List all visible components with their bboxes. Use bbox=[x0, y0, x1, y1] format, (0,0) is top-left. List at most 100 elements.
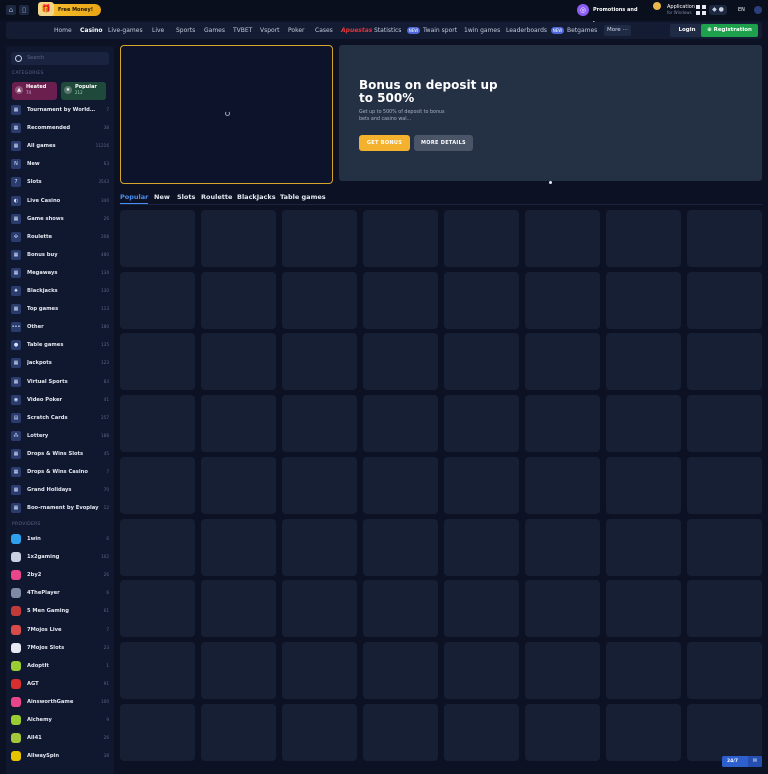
tab-slots[interactable]: Slots bbox=[177, 190, 195, 204]
game-card[interactable] bbox=[444, 395, 519, 453]
sidebar-category-item[interactable]: ▦ Drops & Wins Casino 7 bbox=[11, 465, 109, 479]
game-card[interactable] bbox=[201, 641, 276, 699]
game-card[interactable] bbox=[687, 518, 762, 576]
game-card[interactable] bbox=[444, 271, 519, 329]
game-card[interactable] bbox=[363, 395, 438, 453]
nav-live-games[interactable]: Live-games bbox=[108, 22, 143, 39]
nav-leaderboards[interactable]: Leaderboards bbox=[506, 22, 547, 39]
game-card[interactable] bbox=[444, 456, 519, 514]
game-card[interactable] bbox=[120, 395, 195, 453]
nav-live[interactable]: Live bbox=[152, 22, 164, 39]
nav-games[interactable]: Games bbox=[204, 22, 225, 39]
game-card[interactable] bbox=[525, 580, 600, 638]
game-card[interactable] bbox=[120, 456, 195, 514]
sidebar-provider-item[interactable]: AllwaySpin 38 bbox=[11, 749, 109, 763]
more-button[interactable]: More ⋯ bbox=[604, 25, 631, 36]
free-money-button[interactable]: 🎁 Free Money! bbox=[38, 2, 101, 16]
game-card[interactable] bbox=[201, 456, 276, 514]
game-card[interactable] bbox=[525, 456, 600, 514]
sidebar-provider-item[interactable]: 5 Men Gaming 61 bbox=[11, 604, 109, 618]
game-card[interactable] bbox=[282, 271, 357, 329]
game-card[interactable] bbox=[363, 333, 438, 391]
nav-tvbet[interactable]: TVBET bbox=[233, 22, 252, 39]
tab-blackjacks[interactable]: BlackJacks bbox=[237, 190, 276, 204]
tab-table-games[interactable]: Table games bbox=[280, 190, 326, 204]
tab-popular[interactable]: Popular bbox=[120, 190, 149, 204]
sidebar-category-item[interactable]: ▦ Boo-rnament by Evoplay 12 bbox=[11, 501, 109, 515]
sidebar-provider-item[interactable]: 4ThePlayer 6 bbox=[11, 586, 109, 600]
registration-button[interactable]: ⊕ Registration bbox=[701, 24, 758, 37]
game-card[interactable] bbox=[606, 271, 681, 329]
sidebar-provider-item[interactable]: AdoptIt 1 bbox=[11, 659, 109, 673]
nav-betgames[interactable]: NEW Betgames bbox=[551, 22, 597, 39]
game-card[interactable] bbox=[606, 395, 681, 453]
game-card[interactable] bbox=[606, 518, 681, 576]
sidebar-provider-item[interactable]: AinsworthGame 100 bbox=[11, 695, 109, 709]
game-card[interactable] bbox=[282, 333, 357, 391]
nav-poker[interactable]: Poker bbox=[288, 22, 305, 39]
sidebar-category-item[interactable]: ▤ Scratch Cards 257 bbox=[11, 411, 109, 425]
home-icon[interactable]: ⌂ bbox=[6, 5, 16, 15]
game-card[interactable] bbox=[282, 395, 357, 453]
game-card[interactable] bbox=[687, 641, 762, 699]
sidebar-category-item[interactable]: ⁂ Lottery 188 bbox=[11, 429, 109, 443]
sidebar-category-item[interactable]: ◉ Video Poker 41 bbox=[11, 393, 109, 407]
language-selector[interactable]: EN bbox=[738, 5, 762, 15]
game-card[interactable] bbox=[687, 210, 762, 267]
game-card[interactable] bbox=[525, 210, 600, 267]
search-input[interactable]: Search bbox=[11, 52, 109, 65]
game-card[interactable] bbox=[363, 518, 438, 576]
app-download-button[interactable]: Application for Windows bbox=[667, 4, 697, 18]
game-card[interactable] bbox=[525, 703, 600, 761]
live-video-player[interactable] bbox=[120, 45, 333, 184]
game-card[interactable] bbox=[687, 456, 762, 514]
sidebar-category-item[interactable]: ● Table games 135 bbox=[11, 338, 109, 352]
game-card[interactable] bbox=[201, 210, 276, 267]
sidebar-category-item[interactable]: ▦ Virtual Sports 83 bbox=[11, 375, 109, 389]
game-card[interactable] bbox=[201, 271, 276, 329]
game-card[interactable] bbox=[201, 703, 276, 761]
sidebar-provider-item[interactable]: 7Mojos Live 7 bbox=[11, 623, 109, 637]
sidebar-category-item[interactable]: ◐ Live Casino 340 bbox=[11, 194, 109, 208]
sidebar-provider-item[interactable]: AGT 91 bbox=[11, 677, 109, 691]
sidebar-category-item[interactable]: ▦ Recommended 38 bbox=[11, 121, 109, 135]
nav-1win-games[interactable]: 1win games bbox=[464, 22, 500, 39]
support-chat-button[interactable]: 24/7 ✉ bbox=[722, 756, 762, 767]
game-card[interactable] bbox=[363, 641, 438, 699]
sidebar-category-item[interactable]: ▦ Game shows 26 bbox=[11, 212, 109, 226]
game-card[interactable] bbox=[606, 456, 681, 514]
game-card[interactable] bbox=[606, 580, 681, 638]
sidebar-category-item[interactable]: 7 Slots 3543 bbox=[11, 175, 109, 189]
game-card[interactable] bbox=[201, 333, 276, 391]
game-card[interactable] bbox=[120, 333, 195, 391]
game-card[interactable] bbox=[444, 580, 519, 638]
hot-games-card[interactable]: ▲ Heated 74 bbox=[12, 82, 57, 100]
game-card[interactable] bbox=[525, 333, 600, 391]
sidebar-category-item[interactable]: ▦ Top games 113 bbox=[11, 302, 109, 316]
game-card[interactable] bbox=[444, 518, 519, 576]
android-apple-icon[interactable]: ◆ ● bbox=[709, 5, 727, 15]
nav-casino[interactable]: Casino bbox=[80, 22, 102, 39]
windows-icon[interactable] bbox=[696, 5, 706, 15]
more-details-button[interactable]: MORE DETAILS bbox=[414, 135, 473, 151]
login-button[interactable]: Login bbox=[670, 24, 704, 37]
game-card[interactable] bbox=[363, 210, 438, 267]
game-card[interactable] bbox=[363, 456, 438, 514]
sidebar-provider-item[interactable]: Alchemy 9 bbox=[11, 713, 109, 727]
sidebar-category-item[interactable]: ♠ Blackjacks 130 bbox=[11, 284, 109, 298]
sidebar-provider-item[interactable]: 1x2gaming 102 bbox=[11, 550, 109, 564]
game-card[interactable] bbox=[201, 580, 276, 638]
game-card[interactable] bbox=[687, 271, 762, 329]
game-card[interactable] bbox=[687, 333, 762, 391]
nav-home[interactable]: Home bbox=[54, 22, 72, 39]
game-card[interactable] bbox=[120, 210, 195, 267]
sidebar-provider-item[interactable]: 1win 6 bbox=[11, 532, 109, 546]
game-card[interactable] bbox=[444, 333, 519, 391]
game-card[interactable] bbox=[444, 641, 519, 699]
game-card[interactable] bbox=[282, 641, 357, 699]
game-card[interactable] bbox=[120, 703, 195, 761]
game-card[interactable] bbox=[120, 641, 195, 699]
nav-twain-sport[interactable]: NEW Twain sport bbox=[407, 22, 457, 39]
game-card[interactable] bbox=[120, 271, 195, 329]
game-card[interactable] bbox=[687, 395, 762, 453]
